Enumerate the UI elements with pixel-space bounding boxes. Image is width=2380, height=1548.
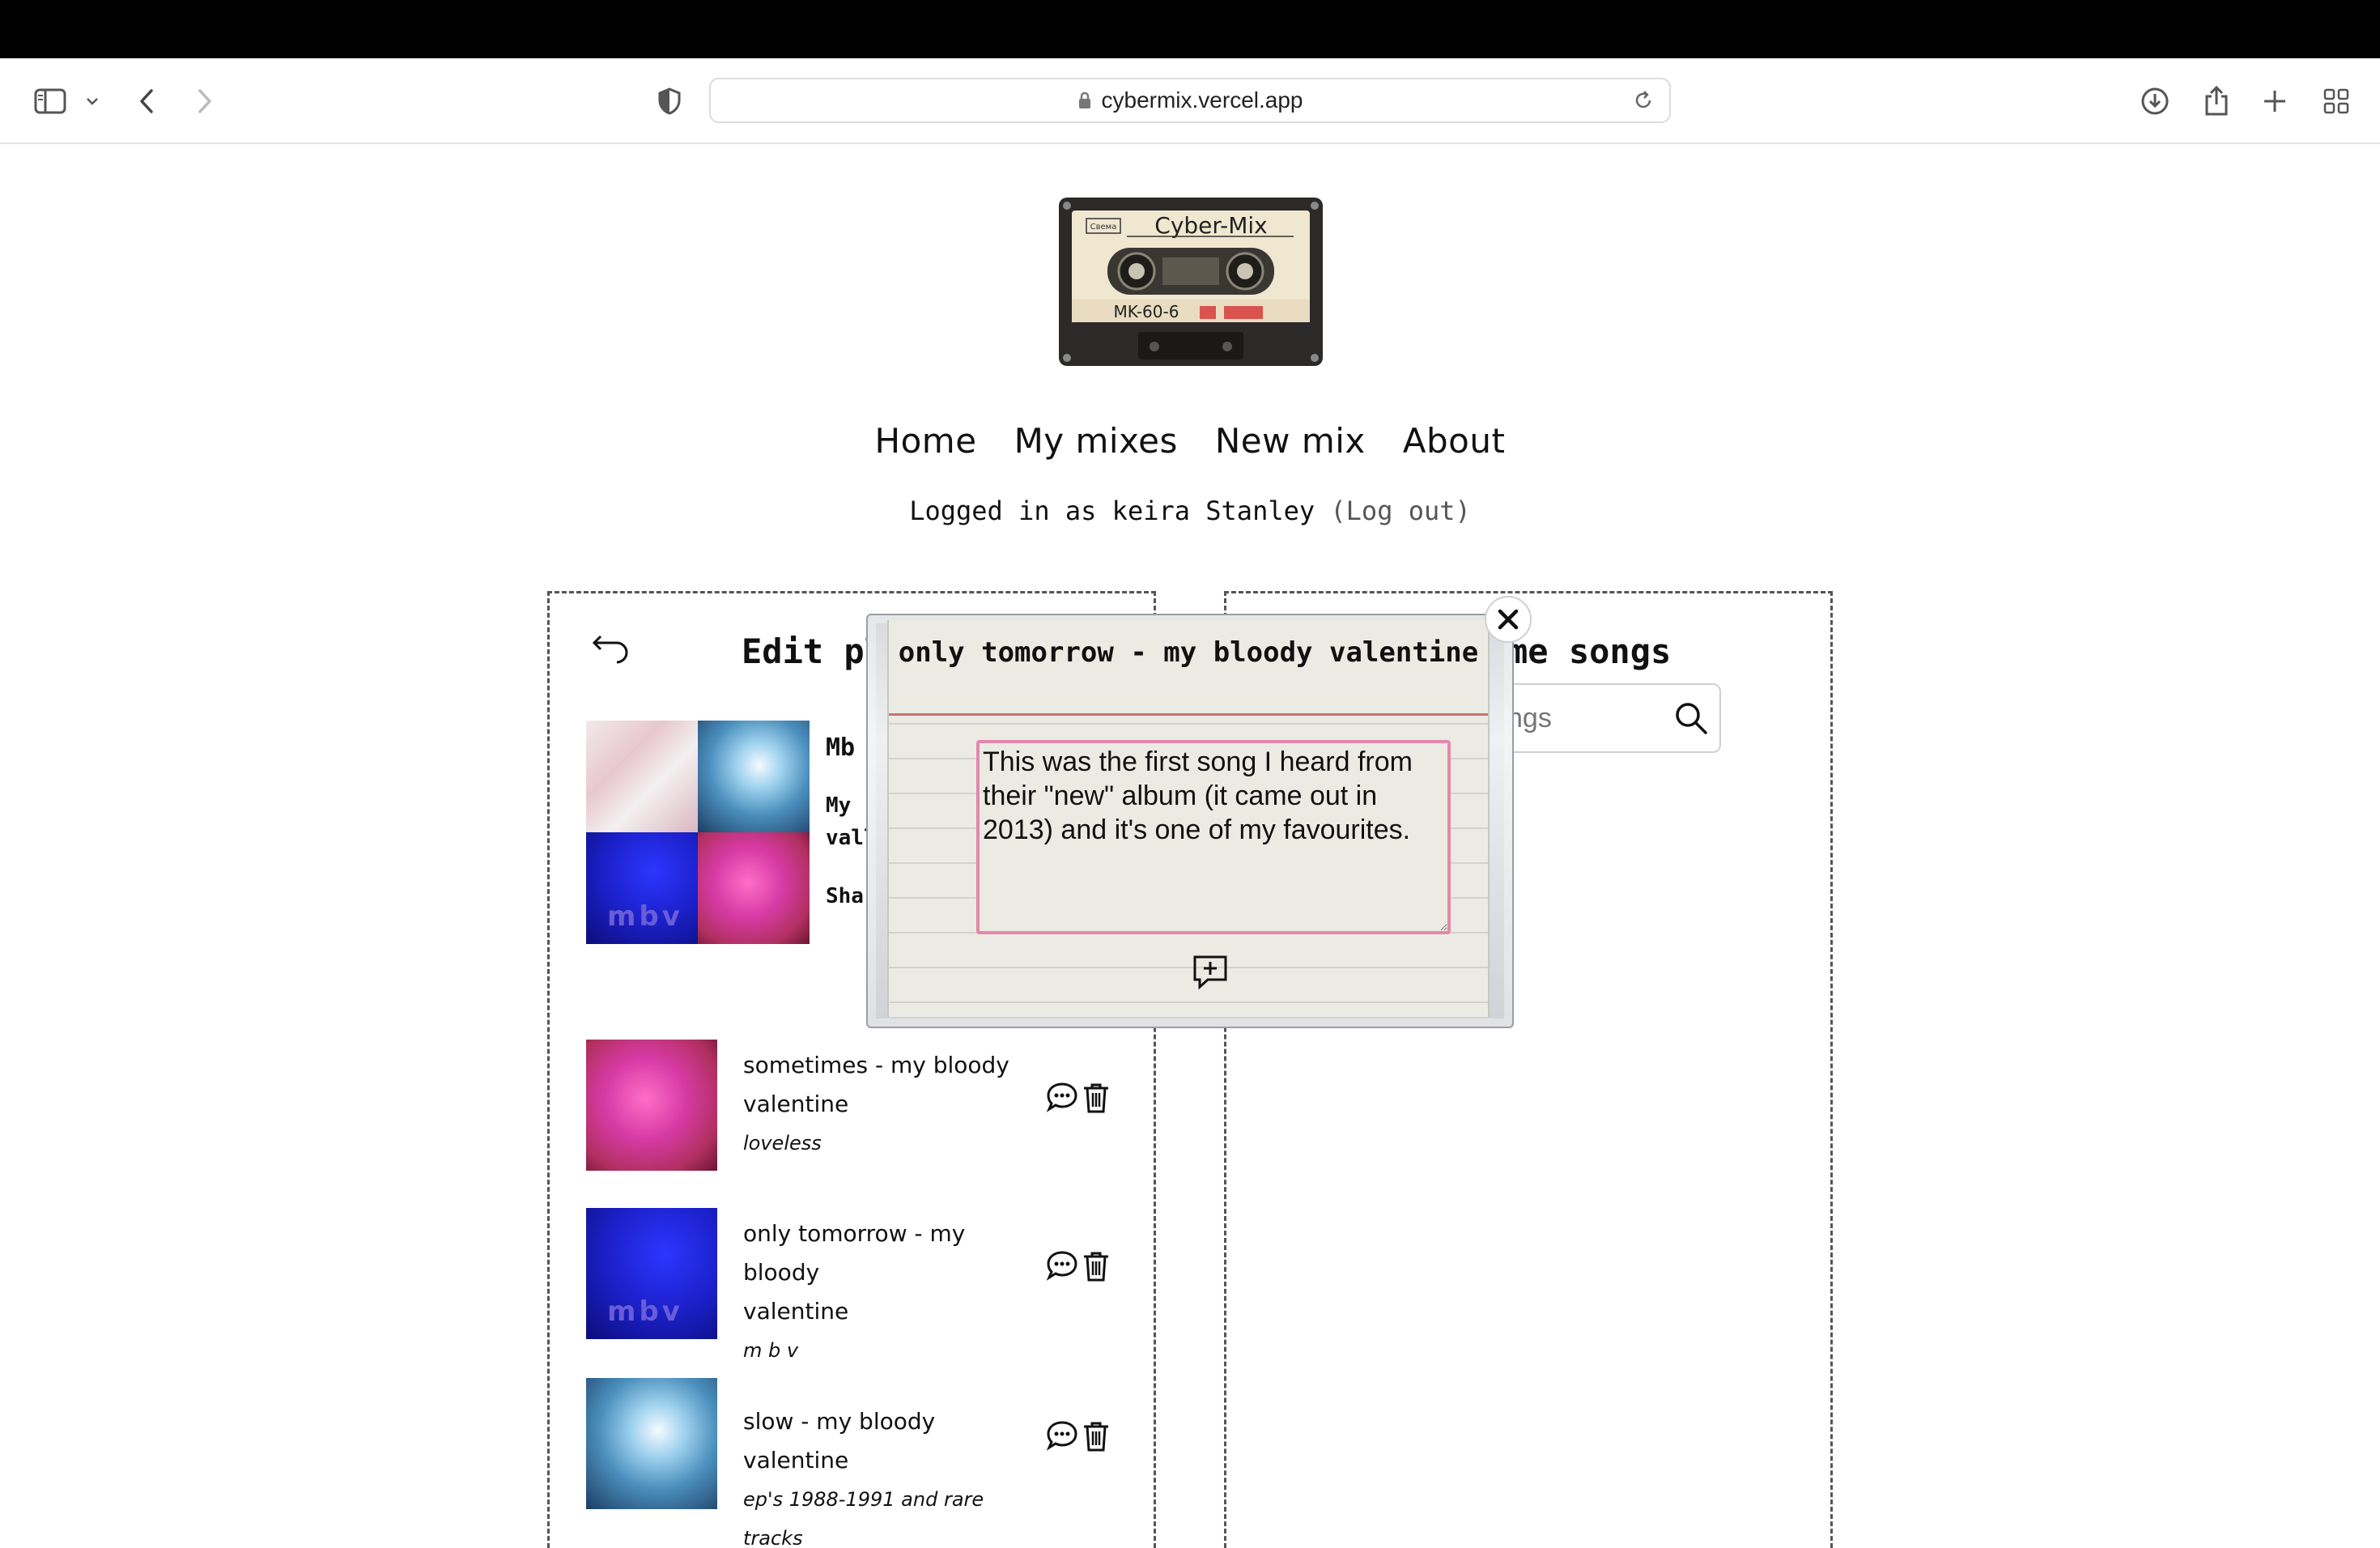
song-actions (1046, 1250, 1111, 1286)
share-icon[interactable] (2202, 58, 2231, 144)
trash-icon[interactable] (1082, 1250, 1111, 1286)
search-songs-title: me songs (1507, 632, 1672, 671)
share-link[interactable]: Sha (826, 884, 864, 908)
song-actions (1046, 1082, 1111, 1117)
nav-about[interactable]: About (1403, 421, 1506, 461)
cassette-logo[interactable]: Свема Cyber-Mix MK-60-6 (1057, 196, 1324, 368)
song-title-line1: sometimes - my bloody (743, 1052, 1009, 1078)
cover-loveless-pale (586, 721, 698, 832)
song-note-textarea[interactable] (976, 740, 1451, 934)
mix-description-line1: My (826, 793, 852, 818)
song-search-input[interactable] (1507, 685, 1685, 751)
address-bar[interactable]: cybermix.vercel.app (709, 78, 1671, 123)
login-status: Logged in as keira Stanley (Log out) (0, 495, 2380, 526)
song-info: only tomorrow - my bloody valentine m b … (743, 1214, 1018, 1370)
cover-mbv: mbv (586, 832, 698, 944)
comment-icon[interactable] (1046, 1082, 1078, 1117)
lock-icon (1077, 91, 1092, 110)
shield-icon[interactable] (656, 58, 683, 144)
card-header: only tomorrow - my bloody valentine (889, 620, 1488, 716)
mix-name[interactable]: Mb (826, 734, 855, 762)
logout-link[interactable]: (Log out) (1330, 495, 1470, 526)
cover-loveless-pink (698, 832, 810, 944)
svg-text:Cyber-Mix: Cyber-Mix (1154, 212, 1267, 239)
song-title-line1: slow - my bloody valentine (743, 1408, 936, 1474)
close-icon (1498, 609, 1519, 630)
song-note-modal: only tomorrow - my bloody valentine (866, 614, 1514, 1028)
song-search-box[interactable] (1498, 683, 1721, 753)
cover-ep-blue (698, 721, 810, 832)
song-cover (586, 1378, 717, 1509)
song-info: slow - my bloody valentine ep's 1988-199… (743, 1402, 1018, 1548)
song-actions (1046, 1420, 1111, 1456)
song-album: ep's 1988-1991 and rare tracks (743, 1488, 984, 1548)
add-comment-icon[interactable] (1192, 954, 1229, 993)
login-username: keira Stanley (1111, 495, 1315, 526)
cassette-card: only tomorrow - my bloody valentine (887, 620, 1490, 1017)
song-row: sometimes - my bloody valentine loveless (586, 1040, 1120, 1171)
nav-home[interactable]: Home (875, 421, 977, 461)
tab-overview-icon[interactable] (2322, 58, 2351, 144)
login-prefix: Logged in as (909, 495, 1097, 526)
close-modal-button[interactable] (1485, 596, 1532, 643)
back-icon[interactable] (134, 58, 159, 144)
comment-icon[interactable] (1046, 1420, 1078, 1456)
nav-new-mix[interactable]: New mix (1215, 421, 1366, 461)
browser-toolbar: cybermix.vercel.app (0, 58, 2380, 144)
trash-icon[interactable] (1082, 1420, 1111, 1456)
menu-bar (0, 0, 2380, 58)
main-nav: Home My mixes New mix About (0, 421, 2380, 461)
new-tab-icon[interactable] (2260, 58, 2289, 144)
song-cover (586, 1040, 717, 1171)
song-info: sometimes - my bloody valentine loveless (743, 1046, 1018, 1163)
comment-icon[interactable] (1046, 1250, 1078, 1286)
download-icon[interactable] (2139, 58, 2171, 144)
search-icon[interactable] (1674, 701, 1708, 738)
song-row: slow - my bloody valentine ep's 1988-199… (586, 1378, 1120, 1548)
song-album: loveless (743, 1132, 822, 1155)
nav-my-mixes[interactable]: My mixes (1014, 421, 1178, 461)
back-arrow-icon[interactable] (586, 635, 630, 667)
url-text: cybermix.vercel.app (1101, 87, 1303, 113)
svg-text:Свема: Свема (1090, 223, 1117, 232)
song-title-line2: valentine (743, 1298, 849, 1325)
trash-icon[interactable] (1082, 1082, 1111, 1117)
playlist-cover-collage: mbv (586, 721, 810, 944)
svg-text:MK-60-6: MK-60-6 (1114, 302, 1179, 321)
song-album: m b v (743, 1339, 799, 1362)
song-title-line2: valentine (743, 1091, 849, 1117)
song-cover: mbv (586, 1208, 717, 1339)
song-row: mbv only tomorrow - my bloody valentine … (586, 1208, 1120, 1362)
modal-song-title: only tomorrow - my bloody valentine (898, 636, 1479, 669)
reload-icon[interactable] (1632, 89, 1655, 115)
forward-icon[interactable] (193, 58, 217, 144)
sidebar-icon[interactable] (32, 58, 68, 144)
chevron-down-icon[interactable] (83, 58, 102, 144)
song-title-line1: only tomorrow - my bloody (743, 1220, 966, 1286)
